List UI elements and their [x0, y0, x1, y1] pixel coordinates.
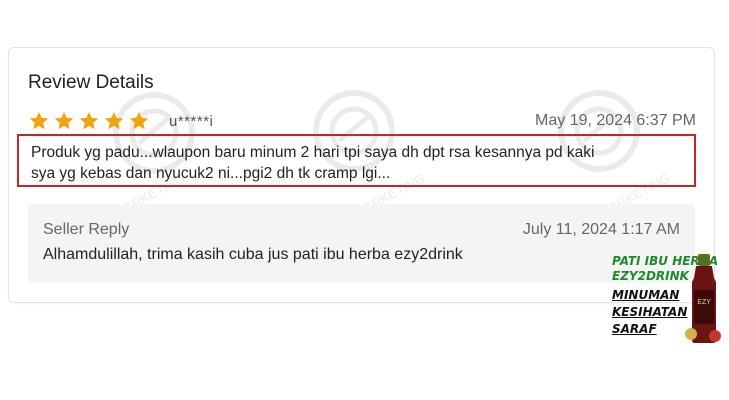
review-text-highlight: Produk yg padu...wlaupon baru minum 2 ha… — [17, 134, 696, 187]
review-date: May 19, 2024 6:37 PM — [535, 112, 696, 129]
review-details-title: Review Details — [28, 72, 154, 93]
star-icon — [79, 111, 99, 130]
promo-badge: EZY PATI IBU HERBA EZY2DRINK MINUMAN KES… — [612, 252, 724, 344]
promo-line-5: SARAF — [612, 322, 657, 336]
review-text-line-1: Produk yg padu...wlaupon baru minum 2 ha… — [31, 144, 595, 161]
star-rating — [28, 110, 150, 132]
review-text-line-2: sya yg kebas dan nyucuk2 ni...pgi2 dh tk… — [31, 165, 391, 182]
review-text: Produk yg padu...wlaupon baru minum 2 ha… — [31, 142, 691, 184]
seller-reply-text: Alhamdulillah, trima kasih cuba jus pati… — [43, 246, 463, 263]
seller-reply-date: July 11, 2024 1:17 AM — [522, 221, 680, 238]
reviewer-username: u*****i — [169, 113, 214, 130]
promo-line-1: PATI IBU HERBA — [612, 254, 719, 268]
seller-reply-label: Seller Reply — [43, 221, 130, 238]
promo-line-2: EZY2DRINK — [612, 269, 689, 283]
svg-text:EZY: EZY — [697, 298, 711, 306]
star-icon — [29, 111, 49, 130]
promo-line-3: MINUMAN — [612, 288, 680, 302]
star-icon — [54, 111, 74, 130]
star-icon — [129, 111, 149, 130]
star-icon — [104, 111, 124, 130]
rating-row: u*****i May 19, 2024 6:37 PM — [28, 110, 696, 134]
review-card: RASZQ MARKETING (KT0525289-V) RASZQ MARK… — [8, 47, 715, 303]
seller-reply: Seller Reply July 11, 2024 1:17 AM Alham… — [28, 204, 695, 283]
promo-line-4: KESIHATAN — [612, 305, 688, 319]
